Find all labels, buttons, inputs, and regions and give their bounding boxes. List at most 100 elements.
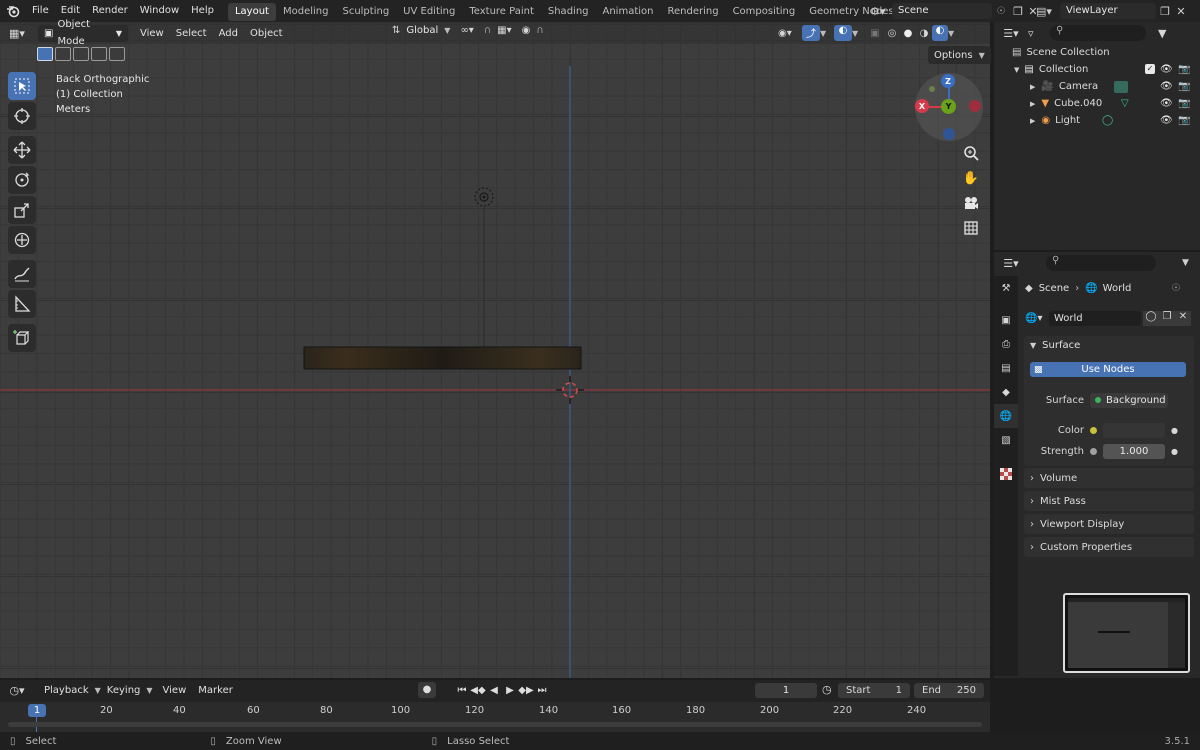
menu-playback[interactable]: Playback [38,685,95,696]
surface-panel-header[interactable]: ▼ Surface [1024,336,1194,354]
gizmo-neg-z[interactable] [943,128,955,140]
blender-logo-icon[interactable] [0,0,26,22]
outliner-filter-icon[interactable]: ▼ [1158,27,1166,40]
perspective-toggle-icon[interactable] [960,217,982,239]
add-cube-tool[interactable] [8,324,36,352]
filter-icon[interactable]: ▿ [1028,27,1050,40]
strength-field[interactable]: 1.000 [1103,443,1165,459]
editor-type-icon[interactable]: ▦▾ [0,27,34,40]
world-browse-icon[interactable]: 🌐▾ [1025,313,1049,324]
options-dropdown[interactable]: Options ▼ [928,46,991,64]
tab-shading[interactable]: Shading [541,3,596,21]
camera-render-icon[interactable]: 📷 [1178,98,1190,109]
visibility-icon[interactable]: ◉▾ [778,28,802,39]
tab-uv-editing[interactable]: UV Editing [396,3,462,21]
scene-tab-icon[interactable]: ◆ [994,380,1018,404]
output-tab-icon[interactable]: ⎙ [994,332,1018,356]
annotate-tool[interactable] [8,260,36,288]
select-intersect-icon[interactable] [109,47,125,61]
scene-selector[interactable]: ⚙▾ Scene ☉ ❐ ✕ [870,3,1040,19]
gizmo-y-axis[interactable]: Y [941,99,956,114]
outliner-item-camera[interactable]: ▶ 🎥 Camera 👁 📷 [994,78,1200,95]
tab-layout[interactable]: Layout [227,3,276,21]
view-layer-tab-icon[interactable]: ▤ [994,356,1018,380]
snap-icon[interactable]: ∩ [484,25,491,36]
properties-editor-icon[interactable]: ☰▾ [994,257,1028,270]
jump-end-icon[interactable]: ⏭ [534,685,550,696]
tool-tab-icon[interactable]: ⚒ [994,276,1018,300]
wireframe-shading-icon[interactable]: ◎ [884,28,900,39]
solid-shading-icon[interactable]: ● [900,28,916,39]
pivot-icon[interactable]: ∞▾ [460,25,473,36]
timeline-ruler[interactable]: 1 20 40 60 80 100 120 140 160 180 200 22… [0,702,990,732]
volume-panel[interactable]: › Volume [1024,468,1194,488]
menu-timeline-view[interactable]: View [157,685,193,696]
record-icon[interactable]: ● [418,682,436,698]
expand-icon[interactable]: ▶ [1030,83,1035,91]
shading-dropdown-icon[interactable]: ▼ [948,29,962,38]
object-mode-dropdown[interactable]: ▣ Object Mode ▼ [38,19,128,47]
xray-icon[interactable]: ▣ [866,28,884,39]
move-tool[interactable] [8,136,36,164]
gizmo-neg-y[interactable] [929,86,935,92]
world-tab-icon[interactable]: 🌐 [994,404,1018,428]
menu-add[interactable]: Add [213,28,244,39]
pin-icon[interactable]: ☉ [992,6,1010,17]
eye-icon[interactable]: 👁 [1160,98,1173,109]
fake-user-icon[interactable]: ◯ [1143,310,1159,326]
unlink-world-icon[interactable]: ✕ [1175,310,1191,326]
menu-help[interactable]: Help [185,0,220,22]
scale-tool[interactable] [8,196,36,224]
keyframe-dot-icon[interactable]: ● [1171,426,1178,435]
new-viewlayer-icon[interactable]: ❐ [1156,5,1174,18]
menu-view[interactable]: View [134,28,170,39]
material-shading-icon[interactable]: ◑ [916,28,932,39]
overlay-toggle-icon[interactable]: ◐ [834,25,852,41]
tab-modeling[interactable]: Modeling [276,3,336,21]
tab-sculpting[interactable]: Sculpting [335,3,396,21]
prev-keyframe-icon[interactable]: ◀◆ [470,685,486,696]
color-swatch[interactable] [1103,422,1165,438]
timeline-editor-icon[interactable]: ◷▾ [0,684,34,697]
new-world-icon[interactable]: ❐ [1159,310,1175,326]
tab-rendering[interactable]: Rendering [660,3,725,21]
cursor-tool[interactable] [8,102,36,130]
eye-icon[interactable]: 👁 [1160,115,1173,126]
outliner-item-cube[interactable]: ▶ ▼ Cube.040 ▽ 👁 📷 [994,95,1200,112]
new-scene-icon[interactable]: ❐ [1010,5,1026,18]
overlay-dropdown-icon[interactable]: ▼ [852,29,866,38]
select-new-icon[interactable] [37,47,53,61]
render-tab-icon[interactable]: ▣ [994,308,1018,332]
viewlayer-selector[interactable]: ▤▾ ViewLayer ❐ ✕ [1036,3,1188,19]
end-frame-field[interactable]: End 250 [914,683,984,698]
tab-compositing[interactable]: Compositing [726,3,803,21]
surface-shader-dropdown[interactable]: Background [1090,392,1168,408]
timeline-scrollbar[interactable] [8,722,982,727]
3d-viewport[interactable] [0,22,990,678]
outliner-collection[interactable]: ▼ ▤ Collection ✓ 👁 📷 [994,61,1200,78]
next-keyframe-icon[interactable]: ◆▶ [518,685,534,696]
zoom-icon[interactable] [960,142,982,164]
expand-icon[interactable]: ▼ [1014,66,1019,74]
clock-icon[interactable]: ◷ [822,683,832,696]
scene-name-field[interactable]: Scene [892,3,992,19]
expand-icon[interactable]: ▶ [1030,100,1035,108]
menu-keying[interactable]: Keying [101,685,147,696]
menu-select[interactable]: Select [170,28,213,39]
custom-properties-panel[interactable]: › Custom Properties [1024,537,1194,557]
play-icon[interactable]: ▶ [502,685,518,696]
properties-search-input[interactable]: ⚲ [1046,255,1156,271]
select-box-tool[interactable] [8,72,36,100]
measure-tool[interactable] [8,290,36,318]
chevron-down-icon[interactable]: ▼ [1182,258,1189,268]
camera-render-icon[interactable]: 📷 [1178,64,1190,75]
expand-icon[interactable]: ▶ [1030,117,1035,125]
snap-target-icon[interactable]: ▦▾ [497,25,511,36]
menu-window[interactable]: Window [134,0,185,22]
navigation-gizmo[interactable]: Z X Y [915,73,983,141]
outliner-item-light[interactable]: ▶ ◉ Light ◯ 👁 📷 [994,112,1200,129]
gizmo-toggle-icon[interactable]: ⤴ [802,25,820,41]
tab-animation[interactable]: Animation [596,3,661,21]
start-frame-field[interactable]: Start 1 [838,683,910,698]
select-subtract-icon[interactable] [73,47,89,61]
